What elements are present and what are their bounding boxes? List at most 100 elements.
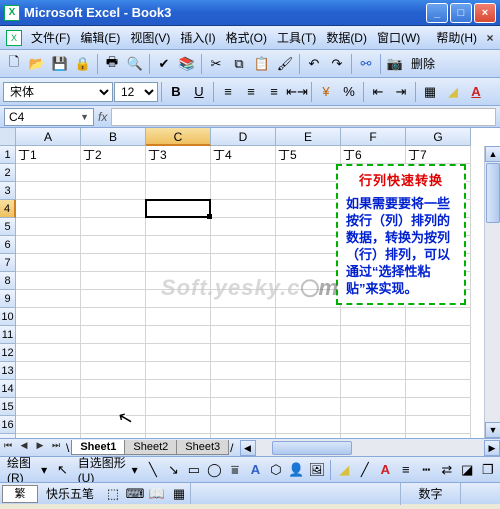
cell[interactable] [341,398,406,416]
cell[interactable] [211,308,276,326]
cell[interactable] [81,200,146,218]
arrow-icon[interactable]: ↘ [164,459,183,481]
cell[interactable]: 丁4 [211,146,276,164]
cell[interactable] [81,362,146,380]
research-icon[interactable]: 📚 [176,53,198,75]
row-header[interactable]: 11 [0,326,16,344]
cell[interactable] [406,380,471,398]
sheet-tab-1[interactable]: Sheet1 [71,440,125,455]
fill-color-icon[interactable]: ◢ [442,81,464,103]
bold-icon[interactable]: B [165,81,187,103]
menu-tools[interactable]: 工具(T) [272,27,321,48]
tab-nav-first[interactable]: ⏮ [0,440,16,456]
cell[interactable] [81,290,146,308]
vertical-scrollbar[interactable]: ▲ ▼ [484,146,500,438]
font-color-icon[interactable]: A [465,81,487,103]
menu-help[interactable]: 帮助(H) [431,27,482,48]
cell[interactable] [81,344,146,362]
row-header[interactable]: 4 [0,200,16,218]
sheet-tab-3[interactable]: Sheet3 [176,440,229,455]
cell[interactable] [16,380,81,398]
cell[interactable] [81,164,146,182]
row-header[interactable]: 3 [0,182,16,200]
menu-insert[interactable]: 插入(I) [175,27,220,48]
diagram-icon[interactable]: ⬡ [267,459,286,481]
maximize-button[interactable]: □ [450,3,472,23]
name-box[interactable]: C4 ▼ [4,108,94,126]
cell[interactable] [406,326,471,344]
column-header[interactable]: E [276,128,341,146]
hyperlink-icon[interactable]: ⚯ [355,53,377,75]
cell[interactable] [16,362,81,380]
column-header[interactable]: D [211,128,276,146]
scroll-down-button[interactable]: ▼ [485,422,500,438]
cell[interactable] [16,218,81,236]
row-header[interactable]: 6 [0,236,16,254]
cell[interactable] [276,434,341,438]
cell[interactable] [406,416,471,434]
cell[interactable] [406,362,471,380]
open-icon[interactable]: 📂 [26,53,48,75]
cell[interactable] [276,290,341,308]
row-header[interactable]: 17 [0,434,16,438]
currency-icon[interactable]: ¥ [315,81,337,103]
cell[interactable] [276,182,341,200]
font-size-combo[interactable]: 12 [114,82,158,102]
cell[interactable] [146,164,211,182]
align-right-icon[interactable]: ≡ [263,81,285,103]
close-button[interactable]: × [474,3,496,23]
cell[interactable] [81,416,146,434]
cell[interactable] [276,254,341,272]
cell[interactable] [341,308,406,326]
cell[interactable] [146,416,211,434]
cell[interactable] [211,254,276,272]
column-header[interactable]: C [146,128,211,146]
cell[interactable] [406,398,471,416]
scroll-thumb[interactable] [486,163,500,223]
cell[interactable] [211,290,276,308]
row-header[interactable]: 2 [0,164,16,182]
redo-icon[interactable]: ↷ [326,53,348,75]
menu-window[interactable]: 窗口(W) [372,27,425,48]
arrow-style-icon[interactable]: ⇄ [438,459,457,481]
workbook-icon[interactable]: X [6,30,22,46]
fill-color-draw-icon[interactable]: ◢ [335,459,354,481]
row-header[interactable]: 13 [0,362,16,380]
cell[interactable] [16,344,81,362]
print-icon[interactable]: 🖶 [101,53,123,75]
cell[interactable] [406,344,471,362]
row-header[interactable]: 7 [0,254,16,272]
cell[interactable]: 丁1 [16,146,81,164]
cell[interactable] [211,326,276,344]
font-color-draw-icon[interactable]: A [376,459,395,481]
tab-nav-last[interactable]: ⏭ [48,440,64,456]
cell[interactable] [276,200,341,218]
underline-icon[interactable]: U [188,81,210,103]
line-color-icon[interactable]: ╱ [356,459,375,481]
line-style-icon[interactable]: ≡ [397,459,416,481]
row-header[interactable]: 1 [0,146,16,164]
cell[interactable] [16,272,81,290]
workbook-close-button[interactable]: × [482,31,498,45]
cell[interactable] [211,164,276,182]
cell[interactable]: 丁2 [81,146,146,164]
clipart-icon[interactable]: 👤 [287,459,306,481]
cell[interactable] [16,200,81,218]
scroll-left-button[interactable]: ◀ [240,440,256,456]
cell[interactable] [211,344,276,362]
column-header[interactable]: B [81,128,146,146]
cell[interactable] [146,182,211,200]
paste-icon[interactable]: 📋 [251,53,273,75]
row-header[interactable]: 12 [0,344,16,362]
instruction-textbox[interactable]: 行列快速转换 如果需要要将一些按行（列）排列的数据，转换为按列（行）排列，可以通… [336,164,466,305]
delete-button[interactable]: 删除 [407,53,439,75]
cell[interactable] [146,290,211,308]
ime-indicator[interactable]: 繁 [2,485,38,503]
cell[interactable] [81,236,146,254]
ime-btn2[interactable]: ⌨ [124,483,146,505]
formula-input[interactable] [111,108,496,126]
tab-nav-next[interactable]: ▶ [32,440,48,456]
save-icon[interactable]: 💾 [49,53,71,75]
cell[interactable] [276,416,341,434]
row-header[interactable]: 5 [0,218,16,236]
